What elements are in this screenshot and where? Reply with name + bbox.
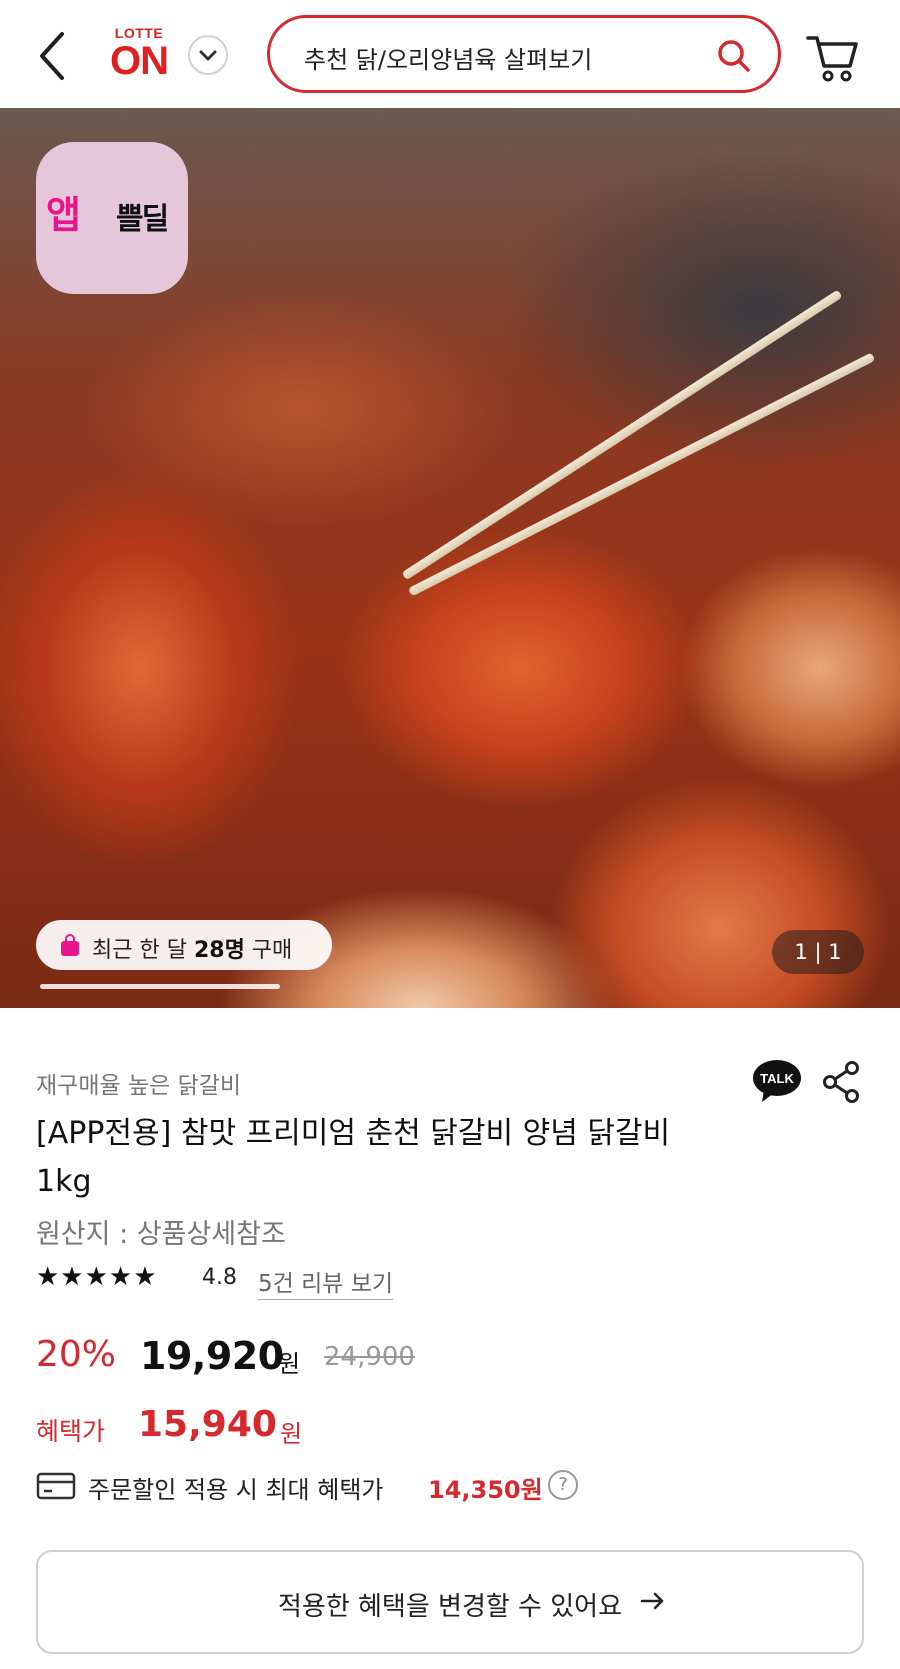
top-header: LOTTE ON 추천 닭/오리양념육 살펴보기: [0, 0, 900, 108]
product-image-carousel[interactable]: 앱 쁠딜 최근 한 달 28명 구매 1 | 1: [0, 108, 900, 1008]
credit-card-icon: [36, 1472, 76, 1500]
logo-lotte-text: LOTTE: [114, 25, 164, 41]
max-benefit-row: 주문할인 적용 시 최대 혜택가 14,350원 ?: [36, 1468, 796, 1504]
talk-label: TALK: [760, 1071, 794, 1086]
max-benefit-text: 주문할인 적용 시 최대 혜택가: [88, 1476, 384, 1504]
purchase-text: 최근 한 달 28명 구매: [92, 938, 293, 963]
product-subtitle: 재구매율 높은 닭갈비: [36, 1073, 242, 1099]
app-deal-badge: 앱 쁠딜: [36, 142, 188, 294]
carousel-progress-bar: [40, 984, 280, 989]
lotte-on-logo[interactable]: LOTTE ON: [104, 26, 174, 86]
change-benefit-label: 적용한 혜택을 변경할 수 있어요: [277, 1592, 623, 1622]
original-price: 24,900: [324, 1342, 415, 1372]
star-rating-icon: ★★★★★: [36, 1262, 158, 1292]
help-icon[interactable]: ?: [548, 1470, 578, 1500]
cart-icon[interactable]: [804, 30, 860, 84]
max-benefit-price: 14,350원: [428, 1476, 543, 1504]
discount-rate: 20%: [36, 1334, 117, 1375]
badge-app-text: 앱: [46, 193, 81, 237]
product-origin: 원산지 : 상품상세참조: [36, 1219, 286, 1250]
benefit-price-row: 혜택가 15,940 원: [36, 1404, 736, 1454]
chevron-down-icon[interactable]: [188, 35, 228, 75]
sale-price: 19,920: [140, 1334, 284, 1378]
recent-purchase-badge: 최근 한 달 28명 구매: [36, 920, 332, 970]
badge-deal-text: 쁠딜: [116, 202, 169, 237]
chopstick-shape: [407, 352, 876, 597]
back-arrow-icon[interactable]: [34, 28, 74, 84]
search-input[interactable]: 추천 닭/오리양념육 살펴보기: [267, 15, 781, 93]
share-icon[interactable]: [822, 1060, 862, 1104]
image-page-counter: 1 | 1: [772, 930, 864, 974]
benefit-label: 혜택가: [36, 1417, 106, 1446]
talk-chat-icon[interactable]: TALK: [752, 1058, 802, 1104]
chopstick-shape: [401, 289, 843, 581]
change-benefit-button[interactable]: 적용한 혜택을 변경할 수 있어요: [36, 1550, 864, 1654]
review-link[interactable]: 5건 리뷰 보기: [258, 1264, 394, 1300]
logo-on-text: ON: [110, 39, 169, 83]
currency-unit: 원: [278, 1350, 301, 1378]
product-title: [APP전용] 참맛 프리미엄 춘천 닭갈비 양념 닭갈비 1kg: [36, 1116, 671, 1199]
arrow-right-icon: [640, 1592, 664, 1610]
search-placeholder: 추천 닭/오리양념육 살펴보기: [304, 46, 593, 74]
rating-score: 4.8: [202, 1265, 237, 1290]
currency-unit: 원: [280, 1420, 303, 1448]
price-row: 20% 19,920 원 24,900: [36, 1334, 736, 1384]
search-icon[interactable]: [716, 38, 752, 74]
shopping-bag-icon: [61, 934, 79, 956]
benefit-price: 15,940: [138, 1404, 277, 1445]
